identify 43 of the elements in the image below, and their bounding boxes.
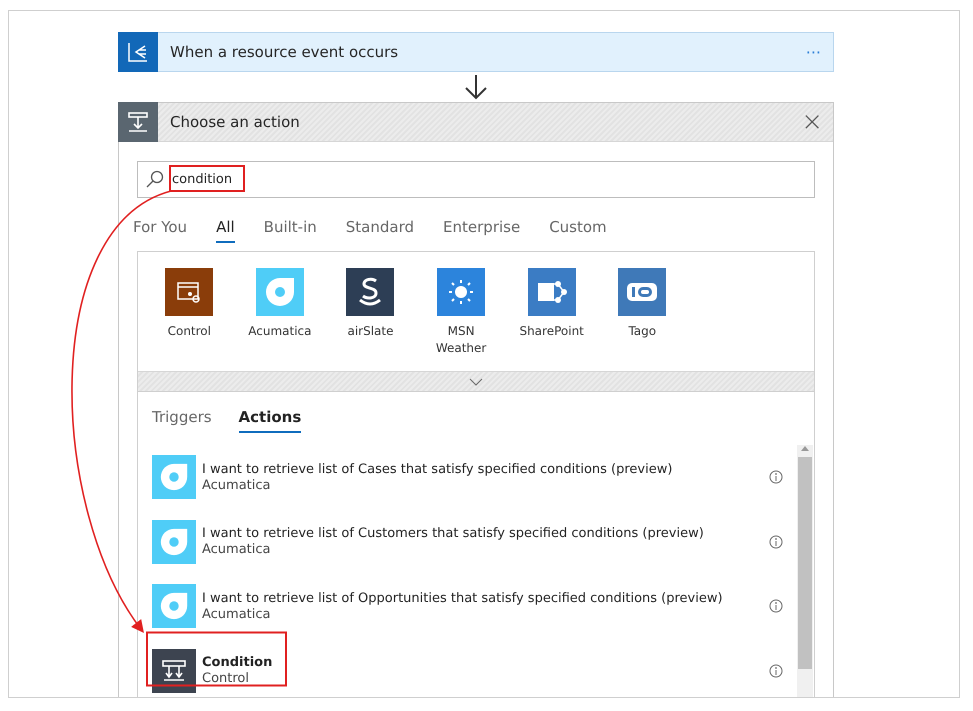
action-title: I want to retrieve list of Customers that satisfy specified conditions (preview) <box>202 526 705 542</box>
action-title: Condition <box>202 655 274 670</box>
action-source: Acumatica <box>202 542 272 558</box>
action-item[interactable]: I want to retrieve list of Cases that satisfy specified conditions (preview) Acumatica <box>138 445 797 510</box>
category-tab[interactable]: Built-in <box>264 218 317 243</box>
action-source: Acumatica <box>202 606 272 622</box>
action-title: I want to retrieve list of Opportunities that satisfy specified conditions (preview) <box>202 590 724 606</box>
info-icon[interactable] <box>769 534 783 549</box>
action-item[interactable]: Condition Control <box>138 638 797 697</box>
search-field[interactable]: condition <box>137 161 815 198</box>
trigger-card[interactable]: When a resource event occurs ··· <box>118 32 834 72</box>
picker-title: Choose an action <box>169 113 301 131</box>
trigger-title: When a resource event occurs <box>169 43 400 61</box>
info-icon[interactable] <box>769 470 783 484</box>
connector-tile[interactable]: Control <box>144 268 235 357</box>
category-tab[interactable]: All <box>216 218 235 243</box>
action-source: Acumatica <box>202 478 272 493</box>
category-tab[interactable]: Enterprise <box>443 218 520 243</box>
action-title: I want to retrieve list of Cases that satisfy specified conditions (preview) <box>202 462 674 477</box>
category-tab[interactable]: Custom <box>549 218 607 243</box>
connector-tile[interactable]: MSN Weather <box>416 268 506 357</box>
close-button[interactable]: × <box>791 109 833 135</box>
connector-tile[interactable]: Acumatica <box>234 268 326 357</box>
info-icon[interactable] <box>769 664 783 678</box>
action-item[interactable]: I want to retrieve list of Customers that satisfy specified conditions (preview) Acumatica <box>138 510 797 574</box>
action-item[interactable]: I want to retrieve list of Opportunities that satisfy specified conditions (preview) Acumatica <box>138 574 797 638</box>
type-tab[interactable]: Actions <box>238 408 302 433</box>
action-source: Control <box>202 671 250 686</box>
connector-tile[interactable]: SharePoint <box>506 268 597 357</box>
connector-tile[interactable]: airSlate <box>325 268 416 357</box>
search-icon <box>146 170 164 188</box>
down-arrow-icon <box>464 74 488 100</box>
event-grid-icon <box>118 32 158 72</box>
scrollbar[interactable] <box>797 445 813 697</box>
more-button[interactable]: ··· <box>794 42 833 62</box>
category-tab[interactable]: Standard <box>346 218 414 243</box>
action-icon <box>118 102 158 142</box>
category-tab[interactable]: For You <box>133 218 188 243</box>
info-icon[interactable] <box>769 599 783 614</box>
connector-tile[interactable]: Tago <box>596 268 688 357</box>
type-tab[interactable]: Triggers <box>152 408 212 433</box>
branch-icon <box>161 658 187 684</box>
chevron-down-icon <box>469 378 483 386</box>
